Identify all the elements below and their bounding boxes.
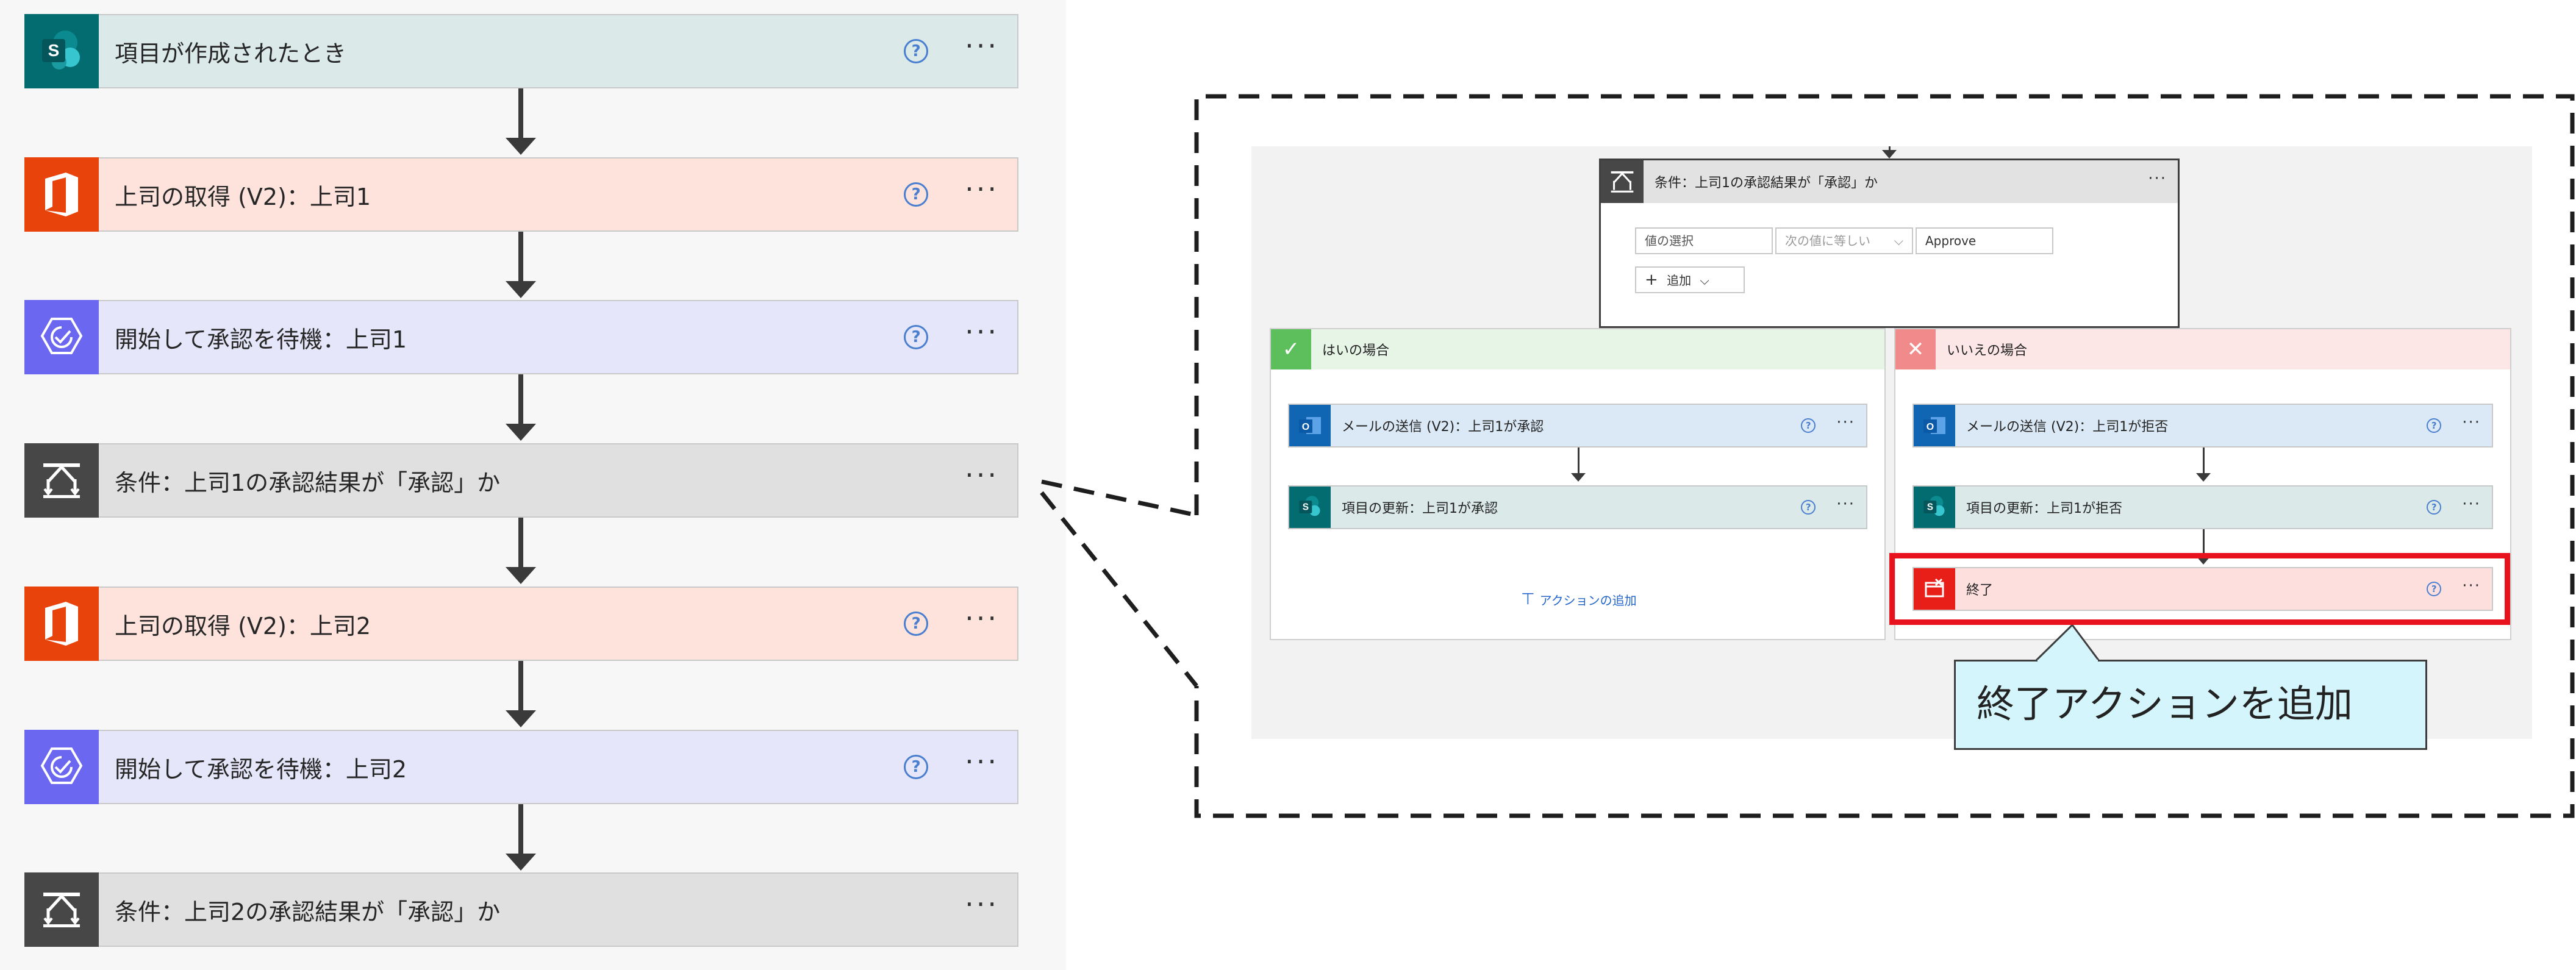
callout-note: 終了アクションを追加 [1954, 660, 2427, 750]
terminate-highlight [1889, 553, 2510, 625]
zoom-outline [1040, 94, 2575, 818]
callout-pointer-joint [2038, 660, 2098, 662]
